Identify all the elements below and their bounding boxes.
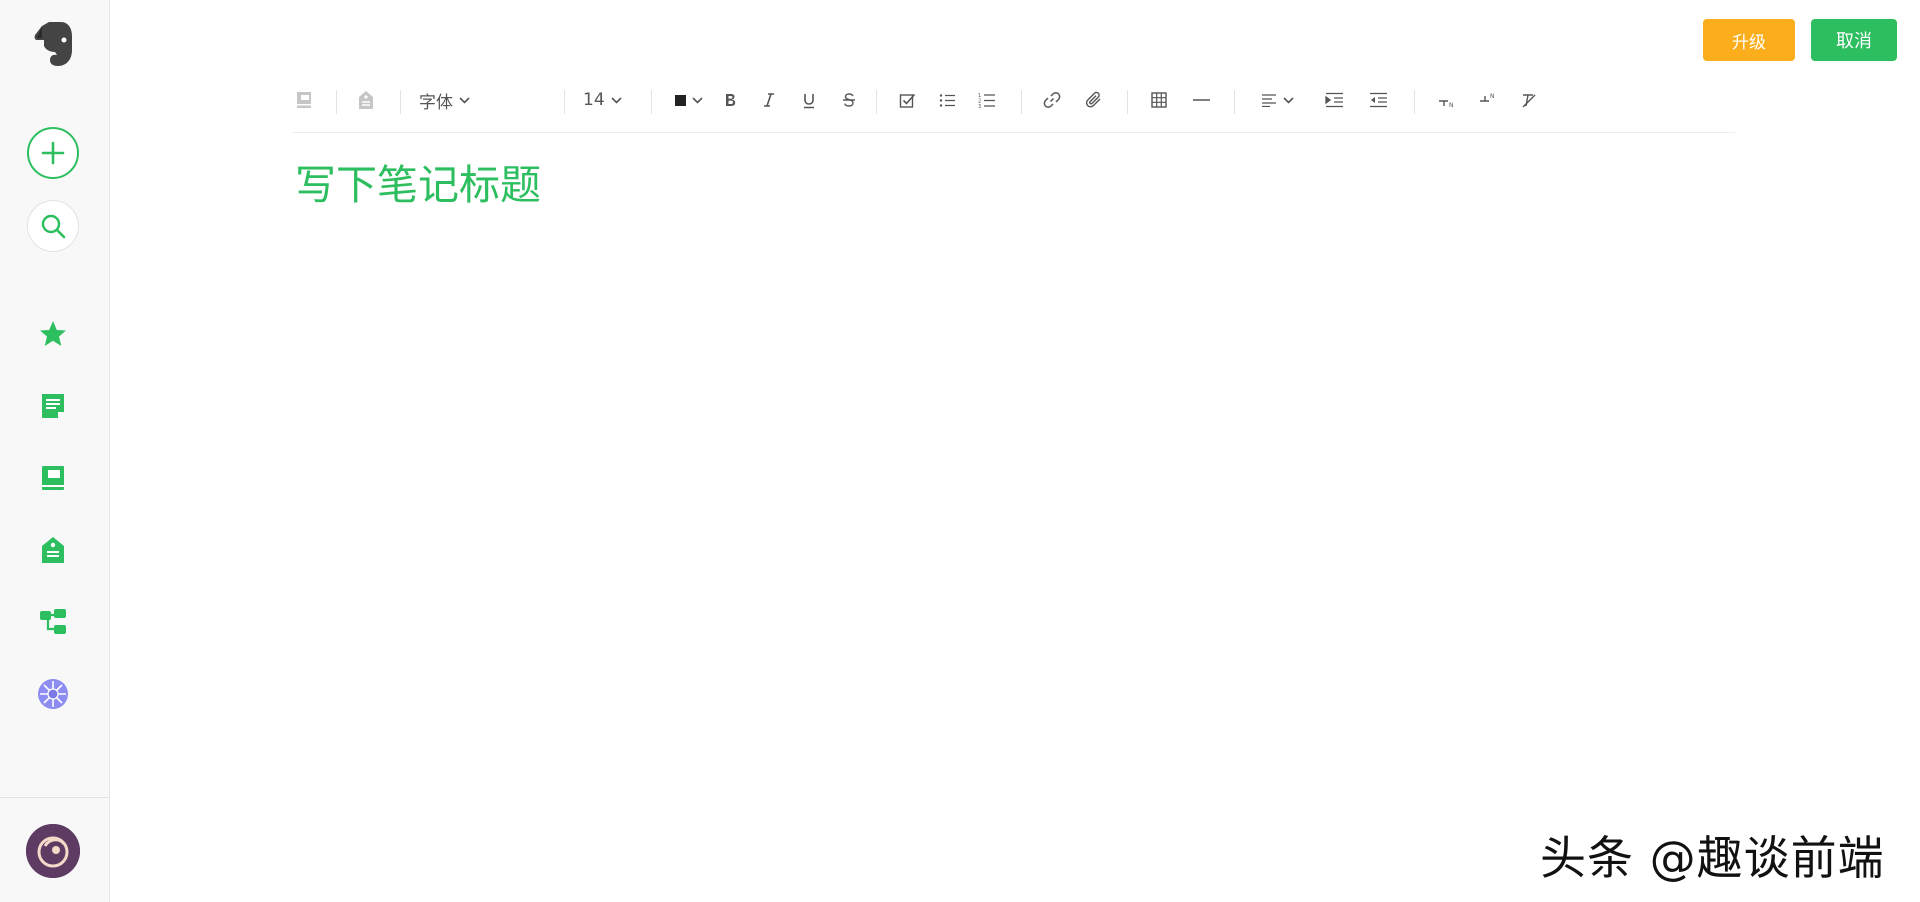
chevron-down-icon — [692, 96, 703, 104]
notes-button[interactable] — [27, 380, 79, 432]
strikethrough-button[interactable] — [839, 80, 859, 120]
checkbox-icon — [899, 93, 915, 108]
font-size-dropdown[interactable]: 14 — [583, 80, 629, 120]
notebook-icon — [42, 466, 64, 490]
sidebar-divider — [0, 797, 110, 798]
toolbar-separator — [564, 90, 565, 114]
chevron-down-icon — [459, 96, 470, 104]
outdent-icon — [1369, 92, 1387, 108]
clear-format-icon — [1522, 93, 1536, 107]
bullet-list-button[interactable] — [937, 80, 957, 120]
notebook-icon — [297, 92, 311, 108]
plus-icon — [41, 141, 65, 165]
toolbar-separator — [1127, 90, 1128, 114]
new-note-button[interactable] — [27, 127, 79, 179]
evernote-logo-icon[interactable] — [27, 18, 79, 70]
note-title-input[interactable] — [295, 155, 1595, 215]
spaces-button[interactable] — [27, 668, 79, 720]
subscript-icon: N — [1439, 100, 1454, 108]
chevron-down-icon — [611, 96, 622, 104]
shortcuts-button[interactable] — [27, 308, 79, 360]
tag-select-button[interactable] — [355, 80, 377, 120]
toolbar-separator — [1021, 90, 1022, 114]
align-dropdown[interactable] — [1257, 80, 1297, 120]
link-button[interactable] — [1041, 80, 1063, 120]
color-swatch-icon — [675, 94, 686, 106]
note-icon — [42, 394, 64, 418]
table-icon — [1151, 92, 1167, 108]
star-icon — [40, 321, 66, 346]
note-body-editor[interactable] — [295, 230, 1735, 750]
strikethrough-icon — [843, 93, 855, 107]
link-icon — [1043, 92, 1061, 108]
toolbar-separator — [651, 90, 652, 114]
font-color-dropdown[interactable] — [671, 80, 707, 120]
search-button[interactable] — [27, 200, 79, 252]
subscript-button[interactable]: N — [1436, 80, 1458, 120]
tag-icon — [359, 91, 373, 109]
outdent-button[interactable] — [1367, 80, 1389, 120]
font-family-label: 字体 — [419, 92, 453, 113]
svg-text:N: N — [1490, 93, 1495, 100]
bullet-list-icon — [939, 93, 955, 107]
underline-icon — [804, 93, 814, 108]
superscript-button[interactable]: N — [1477, 80, 1499, 120]
clear-format-button[interactable] — [1518, 80, 1540, 120]
avatar[interactable] — [26, 824, 80, 878]
horizontal-rule-button[interactable] — [1190, 80, 1212, 120]
cancel-button[interactable]: 取消 — [1811, 19, 1897, 61]
attachment-button[interactable] — [1083, 80, 1105, 120]
work-chat-button[interactable] — [27, 596, 79, 648]
svg-text:N: N — [1449, 102, 1454, 108]
upgrade-button[interactable]: 升级 — [1703, 19, 1795, 61]
formatting-toolbar: 字体 14 1 2 3 N N — [293, 80, 1735, 133]
toolbar-separator — [1234, 90, 1235, 114]
paperclip-icon — [1085, 91, 1101, 108]
toolbar-separator — [876, 90, 877, 114]
work-chat-icon — [40, 609, 66, 634]
align-left-icon — [1261, 94, 1276, 107]
checkbox-button[interactable] — [897, 80, 917, 120]
bold-icon — [726, 94, 736, 106]
chevron-down-icon — [1282, 96, 1294, 104]
horizontal-rule-icon — [1192, 99, 1210, 101]
tag-icon — [42, 537, 64, 563]
numbered-list-button[interactable]: 1 2 3 — [977, 80, 997, 120]
font-size-label: 14 — [583, 90, 605, 110]
sidebar — [0, 0, 110, 902]
spaces-icon — [38, 679, 68, 709]
indent-icon — [1324, 92, 1343, 108]
notebook-select-button[interactable] — [293, 80, 315, 120]
tags-button[interactable] — [27, 524, 79, 576]
numbered-list-icon: 1 2 3 — [978, 93, 995, 109]
toolbar-separator — [400, 90, 401, 114]
svg-text:3: 3 — [978, 104, 981, 109]
underline-button[interactable] — [799, 80, 819, 120]
bold-button[interactable] — [720, 80, 740, 120]
italic-button[interactable] — [759, 80, 779, 120]
table-button[interactable] — [1149, 80, 1169, 120]
toolbar-separator — [336, 90, 337, 114]
font-family-dropdown[interactable]: 字体 — [419, 80, 483, 120]
watermark-text: 头条 @趣谈前端 — [1540, 831, 1885, 885]
superscript-icon: N — [1480, 93, 1495, 102]
toolbar-separator — [1414, 90, 1415, 114]
search-icon — [41, 214, 66, 239]
italic-icon — [764, 93, 774, 107]
notebooks-button[interactable] — [27, 452, 79, 504]
indent-button[interactable] — [1323, 80, 1345, 120]
